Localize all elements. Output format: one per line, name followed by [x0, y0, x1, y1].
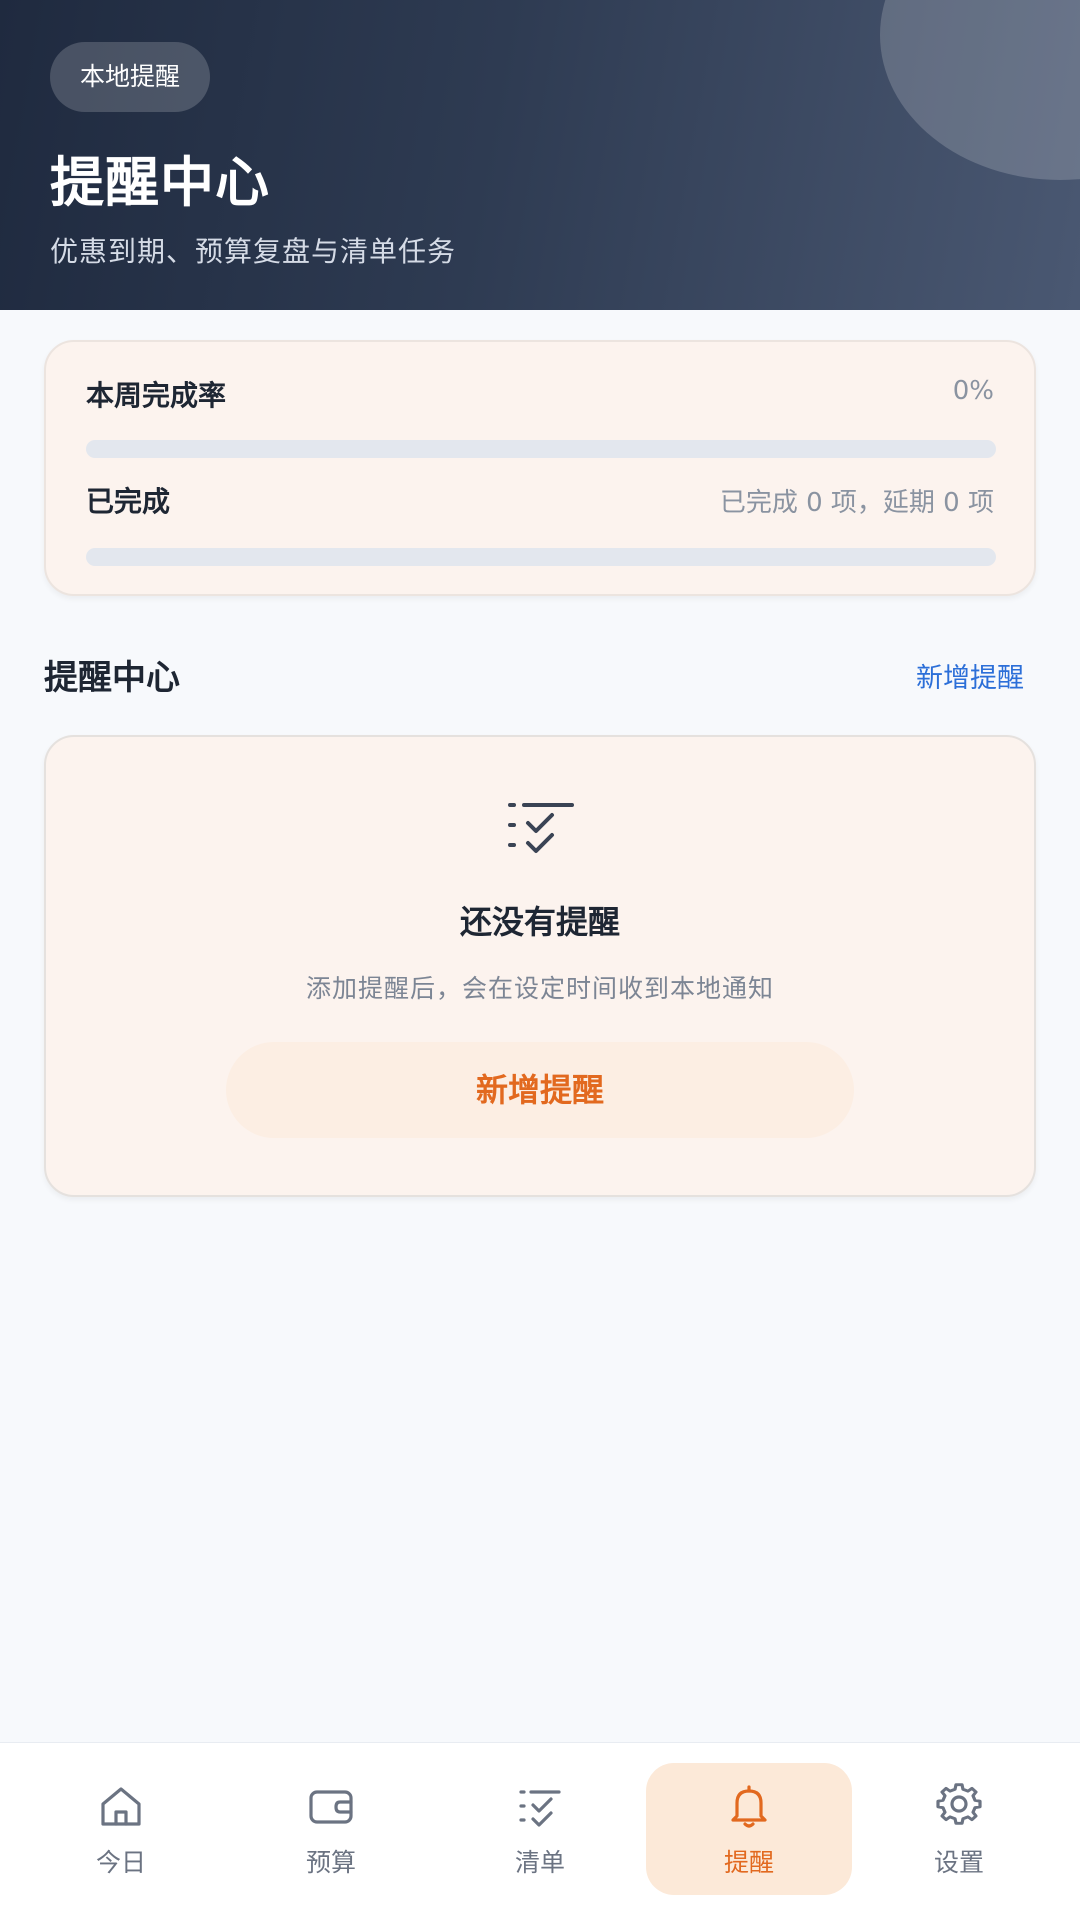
tab-today[interactable]: 今日: [18, 1763, 224, 1895]
tab-reminders[interactable]: 提醒: [646, 1763, 852, 1895]
completion-rate-value: 0%: [952, 376, 994, 406]
gear-icon: [936, 1783, 982, 1825]
wallet-icon: [309, 1790, 353, 1824]
section-title: 提醒中心: [44, 658, 180, 698]
tab-label: 设置: [933, 1848, 984, 1877]
done-bar: [86, 548, 996, 566]
add-reminder-link[interactable]: 新增提醒: [916, 656, 1024, 695]
header-banner: 本地提醒 提醒中心 优惠到期、预算复盘与清单任务: [0, 0, 1080, 310]
bottom-tab-bar: 今日 预算 清单 提醒 设置: [0, 1742, 1080, 1921]
tab-label: 今日: [95, 1848, 146, 1877]
empty-state-card: 还没有提醒 添加提醒后，会在设定时间收到本地通知 新增提醒: [44, 735, 1036, 1197]
checklist-icon: [519, 1790, 561, 1827]
done-label: 已完成: [86, 485, 171, 518]
header-decoration-circle: [880, 0, 1080, 180]
done-summary: 已完成 0 项，延期 0 项: [719, 488, 994, 518]
tab-budget[interactable]: 预算: [228, 1763, 434, 1895]
checklist-icon: [508, 803, 574, 853]
empty-state-title: 还没有提醒: [459, 903, 620, 941]
empty-state-description: 添加提醒后，会在设定时间收到本地通知: [305, 974, 774, 1003]
completion-rate-label: 本周完成率: [86, 379, 227, 412]
completion-rate-bar: [86, 440, 996, 458]
add-reminder-button[interactable]: 新增提醒: [226, 1042, 854, 1138]
tab-label: 提醒: [723, 1848, 774, 1877]
bell-icon: [731, 1785, 767, 1828]
local-reminder-chip: 本地提醒: [50, 42, 211, 112]
tab-settings[interactable]: 设置: [856, 1763, 1062, 1895]
home-icon: [101, 1787, 141, 1826]
tab-label: 预算: [305, 1848, 356, 1877]
page-subtitle: 优惠到期、预算复盘与清单任务: [50, 235, 457, 268]
tab-checklist[interactable]: 清单: [437, 1763, 643, 1895]
weekly-stats-card: 本周完成率 0% 已完成 已完成 0 项，延期 0 项: [44, 340, 1036, 596]
tab-label: 清单: [514, 1848, 565, 1877]
page-title: 提醒中心: [50, 151, 270, 214]
